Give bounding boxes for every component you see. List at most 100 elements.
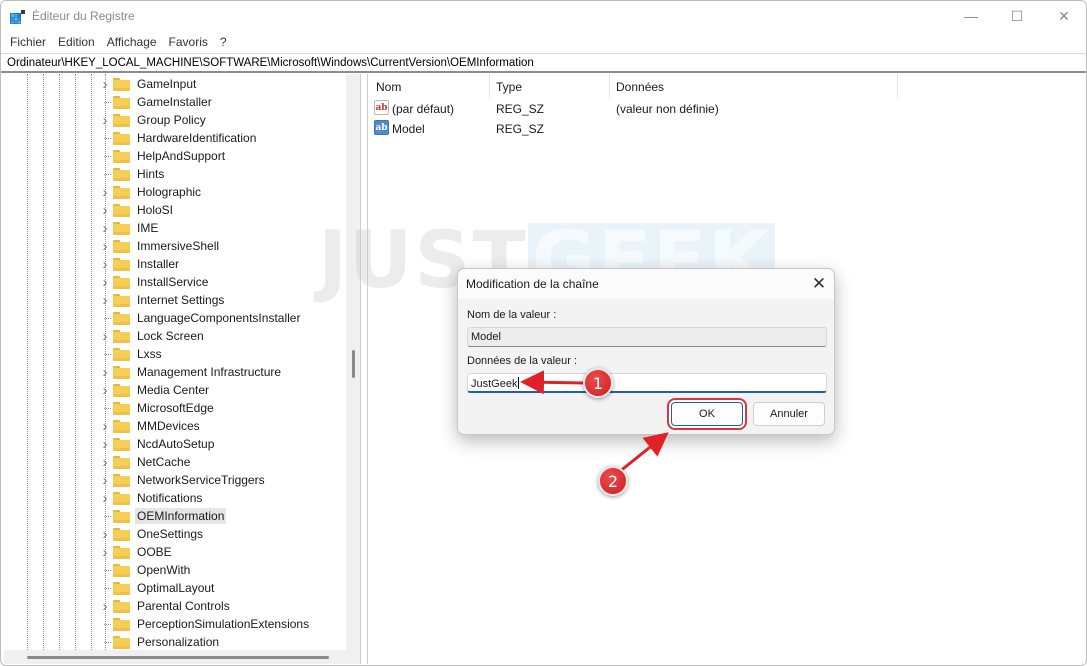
key-tree: › GameInput GameInstaller › Group Policy Hard… <box>4 74 346 650</box>
tree-item[interactable]: › Notifications <box>99 489 204 507</box>
chevron-right-icon[interactable]: › <box>99 219 111 237</box>
chevron-right-icon[interactable]: › <box>99 363 111 381</box>
tree-item[interactable]: › OOBE <box>99 543 174 561</box>
tree-item-label: Media Center <box>137 383 210 397</box>
column-header-donnees[interactable]: Données <box>616 80 664 94</box>
tree-item[interactable]: HardwareIdentification <box>99 129 258 147</box>
maximize-button[interactable]: ☐ <box>994 1 1040 31</box>
tree-item[interactable]: › IME <box>99 219 160 237</box>
string-value-icon: ab <box>374 100 389 115</box>
tree-item[interactable]: › Parental Controls <box>99 597 232 615</box>
tree-branch-line <box>99 615 111 633</box>
value-data-text: JustGeek <box>471 378 518 390</box>
menu-fichier[interactable]: Fichier <box>5 33 51 53</box>
menu-edition[interactable]: Edition <box>53 33 100 53</box>
column-separator[interactable] <box>897 74 898 98</box>
folder-icon <box>113 455 130 469</box>
chevron-right-icon[interactable]: › <box>99 75 111 93</box>
tree-item-label: Lock Screen <box>137 329 204 343</box>
chevron-right-icon[interactable]: › <box>99 435 111 453</box>
chevron-right-icon[interactable]: › <box>99 327 111 345</box>
chevron-right-icon[interactable]: › <box>99 471 111 489</box>
tree-item[interactable]: PerceptionSimulationExtensions <box>99 615 311 633</box>
tree-item[interactable]: › NetCache <box>99 453 192 471</box>
chevron-right-icon[interactable]: › <box>99 381 111 399</box>
folder-icon <box>113 545 130 559</box>
tree-item[interactable]: › NetworkServiceTriggers <box>99 471 267 489</box>
tree-horizontal-scroll-thumb[interactable] <box>27 656 329 659</box>
column-header-nom[interactable]: Nom <box>376 80 401 94</box>
chevron-right-icon[interactable]: › <box>99 525 111 543</box>
tree-item[interactable]: › NcdAutoSetup <box>99 435 216 453</box>
column-separator[interactable] <box>489 74 490 98</box>
value-name: (par défaut) <box>392 102 455 116</box>
folder-icon <box>113 203 130 217</box>
cancel-button[interactable]: Annuler <box>753 402 825 426</box>
menu-help[interactable]: ? <box>215 33 232 53</box>
tree-item[interactable]: › InstallService <box>99 273 210 291</box>
folder-icon <box>113 419 130 433</box>
tree-item[interactable]: › Management Infrastructure <box>99 363 283 381</box>
tree-item[interactable]: › MMDevices <box>99 417 202 435</box>
tree-item[interactable]: OptimalLayout <box>99 579 216 597</box>
tree-item[interactable]: › Internet Settings <box>99 291 226 309</box>
chevron-right-icon[interactable]: › <box>99 489 111 507</box>
folder-icon <box>113 95 130 109</box>
minimize-button[interactable]: — <box>948 1 994 31</box>
chevron-right-icon[interactable]: › <box>99 201 111 219</box>
folder-icon <box>113 581 130 595</box>
tree-item[interactable]: › OneSettings <box>99 525 205 543</box>
column-separator[interactable] <box>609 74 610 98</box>
tree-guide-line <box>75 74 76 650</box>
chevron-right-icon[interactable]: › <box>99 255 111 273</box>
tree-item[interactable]: HelpAndSupport <box>99 147 227 165</box>
chevron-right-icon[interactable]: › <box>99 453 111 471</box>
chevron-right-icon[interactable]: › <box>99 273 111 291</box>
tree-item[interactable]: › GameInput <box>99 75 198 93</box>
chevron-right-icon[interactable]: › <box>99 237 111 255</box>
tree-item[interactable]: › Installer <box>99 255 181 273</box>
chevron-right-icon[interactable]: › <box>99 183 111 201</box>
tree-vertical-scroll-thumb[interactable] <box>352 350 355 378</box>
tree-item-label: ImmersiveShell <box>137 239 220 253</box>
tree-item[interactable]: › ImmersiveShell <box>99 237 221 255</box>
value-row[interactable]: ab Model REG_SZ <box>368 119 1085 139</box>
tree-item[interactable]: Lxss <box>99 345 164 363</box>
address-bar[interactable]: Ordinateur\HKEY_LOCAL_MACHINE\SOFTWARE\M… <box>1 53 1086 73</box>
tree-item[interactable]: › Media Center <box>99 381 211 399</box>
ok-button[interactable]: OK <box>671 402 743 426</box>
tree-item[interactable]: › HoloSI <box>99 201 175 219</box>
tree-item[interactable]: OpenWith <box>99 561 192 579</box>
chevron-right-icon[interactable]: › <box>99 543 111 561</box>
tree-branch-line <box>99 561 111 579</box>
tree-item[interactable]: › Holographic <box>99 183 203 201</box>
tree-item[interactable]: LanguageComponentsInstaller <box>99 309 302 327</box>
tree-item[interactable]: GameInstaller <box>99 93 214 111</box>
folder-icon <box>113 365 130 379</box>
tree-item[interactable]: › Lock Screen <box>99 327 206 345</box>
value-data-input[interactable]: JustGeek <box>467 373 827 393</box>
chevron-right-icon[interactable]: › <box>99 597 111 615</box>
dialog-close-button[interactable]: ✕ <box>806 272 832 296</box>
close-button[interactable]: ✕ <box>1041 1 1086 31</box>
chevron-right-icon[interactable]: › <box>99 111 111 129</box>
menu-affichage[interactable]: Affichage <box>102 33 162 53</box>
chevron-right-icon[interactable]: › <box>99 291 111 309</box>
tree-item-label: Parental Controls <box>137 599 230 613</box>
tree-branch-line <box>99 93 111 111</box>
column-header-type[interactable]: Type <box>496 80 522 94</box>
tree-item-label: HardwareIdentification <box>137 131 257 145</box>
menu-favoris[interactable]: Favoris <box>164 33 213 53</box>
value-name-field[interactable]: Model <box>467 327 827 347</box>
tree-item[interactable]: Hints <box>99 165 166 183</box>
tree-item[interactable]: MicrosoftEdge <box>99 399 216 417</box>
chevron-right-icon[interactable]: › <box>99 417 111 435</box>
dialog-title: Modification de la chaîne <box>466 277 599 291</box>
tree-item[interactable]: OEMInformation <box>99 507 227 525</box>
folder-icon <box>113 599 130 613</box>
tree-item[interactable]: Personalization <box>99 633 221 650</box>
value-data: (valeur non définie) <box>616 102 719 116</box>
window-title: Éditeur du Registre <box>32 9 135 23</box>
tree-item[interactable]: › Group Policy <box>99 111 208 129</box>
value-row[interactable]: ab (par défaut) REG_SZ (valeur non défin… <box>368 99 1085 119</box>
